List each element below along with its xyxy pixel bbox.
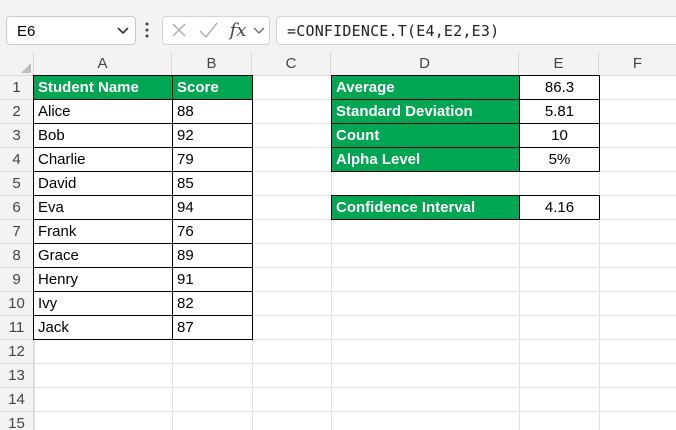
confidence-interval-value[interactable]: 4.16 bbox=[519, 195, 600, 220]
student-name-cell[interactable]: David bbox=[33, 171, 173, 196]
score-cell[interactable]: 79 bbox=[172, 147, 253, 172]
header-score[interactable]: Score bbox=[172, 75, 253, 100]
row-header[interactable]: 4 bbox=[0, 148, 34, 172]
row-header[interactable]: 5 bbox=[0, 172, 34, 196]
row-header[interactable]: 11 bbox=[0, 316, 34, 340]
score-cell[interactable]: 87 bbox=[172, 315, 253, 340]
student-name-cell[interactable]: Alice bbox=[33, 99, 173, 124]
column-header-b[interactable]: B bbox=[172, 52, 252, 76]
score-cell[interactable]: 94 bbox=[172, 195, 253, 220]
stat-value-count[interactable]: 10 bbox=[519, 123, 600, 148]
row-header[interactable]: 15 bbox=[0, 412, 34, 430]
row-header[interactable]: 7 bbox=[0, 220, 34, 244]
student-name-cell[interactable]: Eva bbox=[33, 195, 173, 220]
stat-label-average[interactable]: Average bbox=[331, 75, 520, 100]
row-header[interactable]: 14 bbox=[0, 388, 34, 412]
column-header-e[interactable]: E bbox=[519, 52, 599, 76]
student-name-cell[interactable]: Frank bbox=[33, 219, 173, 244]
formula-text: =CONFIDENCE.T(E4,E2,E3) bbox=[287, 22, 500, 40]
score-cell[interactable]: 88 bbox=[172, 99, 253, 124]
name-box-value: E6 bbox=[17, 23, 36, 40]
score-cell[interactable]: 82 bbox=[172, 291, 253, 316]
score-cell[interactable]: 89 bbox=[172, 243, 253, 268]
score-cell[interactable]: 76 bbox=[172, 219, 253, 244]
row-header[interactable]: 9 bbox=[0, 268, 34, 292]
confidence-interval-label[interactable]: Confidence Interval bbox=[331, 195, 520, 220]
stat-label-count[interactable]: Count bbox=[331, 123, 520, 148]
header-student-name[interactable]: Student Name bbox=[33, 75, 173, 100]
select-all-triangle-icon bbox=[21, 63, 31, 73]
column-header-d[interactable]: D bbox=[331, 52, 519, 76]
formula-input[interactable]: =CONFIDENCE.T(E4,E2,E3) bbox=[276, 16, 676, 45]
column-header-a[interactable]: A bbox=[34, 52, 172, 76]
row-header[interactable]: 6 bbox=[0, 196, 34, 220]
score-cell[interactable]: 91 bbox=[172, 267, 253, 292]
chevron-down-icon[interactable] bbox=[252, 17, 266, 44]
select-all-corner[interactable] bbox=[0, 52, 34, 76]
row-header[interactable]: 1 bbox=[0, 76, 34, 100]
cancel-icon[interactable] bbox=[169, 17, 189, 44]
score-cell[interactable]: 85 bbox=[172, 171, 253, 196]
formula-buttons: fx bbox=[162, 16, 270, 45]
column-header-c[interactable]: C bbox=[252, 52, 331, 76]
stat-value-average[interactable]: 86.3 bbox=[519, 75, 600, 100]
name-box[interactable]: E6 bbox=[6, 16, 136, 45]
stat-value-standard-deviation[interactable]: 5.81 bbox=[519, 99, 600, 124]
student-name-cell[interactable]: Charlie bbox=[33, 147, 173, 172]
student-name-cell[interactable]: Grace bbox=[33, 243, 173, 268]
row-header[interactable]: 2 bbox=[0, 100, 34, 124]
insert-function-icon[interactable]: fx bbox=[225, 17, 251, 44]
more-options-icon[interactable] bbox=[144, 20, 150, 40]
row-header[interactable]: 10 bbox=[0, 292, 34, 316]
row-header[interactable]: 13 bbox=[0, 364, 34, 388]
enter-check-icon[interactable] bbox=[197, 17, 219, 44]
student-name-cell[interactable]: Ivy bbox=[33, 291, 173, 316]
student-name-cell[interactable]: Bob bbox=[33, 123, 173, 148]
stat-label-alpha-level[interactable]: Alpha Level bbox=[331, 147, 520, 172]
stat-value-alpha-level[interactable]: 5% bbox=[519, 147, 600, 172]
row-header[interactable]: 3 bbox=[0, 124, 34, 148]
score-cell[interactable]: 92 bbox=[172, 123, 253, 148]
row-header[interactable]: 12 bbox=[0, 340, 34, 364]
stat-label-standard-deviation[interactable]: Standard Deviation bbox=[331, 99, 520, 124]
row-header[interactable]: 8 bbox=[0, 244, 34, 268]
student-name-cell[interactable]: Jack bbox=[33, 315, 173, 340]
student-name-cell[interactable]: Henry bbox=[33, 267, 173, 292]
chevron-down-icon[interactable] bbox=[115, 24, 131, 38]
column-header-f[interactable]: F bbox=[599, 52, 676, 76]
